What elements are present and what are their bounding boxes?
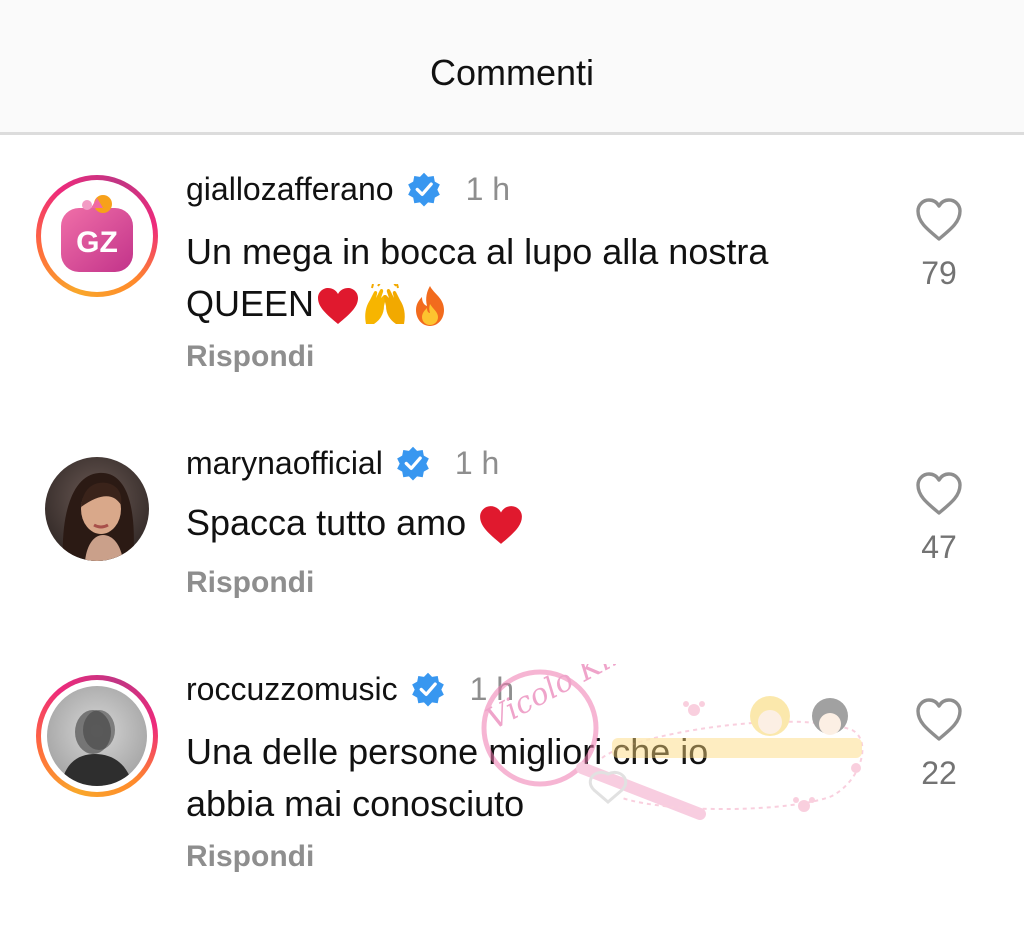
comment-text-segment: QUEEN [186,283,315,324]
timestamp: 1 h [465,170,511,207]
heart-like-icon[interactable] [914,197,964,243]
raising-hands-emoji [365,284,405,325]
svg-text:GZ: GZ [76,226,118,259]
timestamp: 1 h [454,444,500,481]
avatar[interactable] [36,675,158,797]
verified-badge-icon [411,672,444,707]
page-title: Commenti [429,52,595,93]
red-heart-emoji [480,506,523,545]
avatar[interactable] [45,457,149,561]
reply-button[interactable]: Rispondi [186,566,314,600]
verified-badge-icon [407,172,440,207]
like-count: 79 [921,255,957,291]
comment-text: Spacca tutto amo [186,497,886,549]
comment-text-line: Spacca tutto amo [186,497,886,549]
reply-button[interactable]: Rispondi [186,840,314,874]
like-count: 22 [921,755,957,791]
comments-header: Commenti [0,0,1024,135]
comment-text-line: QUEEN [186,278,886,330]
comment-text-line: Un mega in bocca al lupo alla nostra [186,231,769,272]
verified-badge-icon [396,446,429,481]
heart-like-icon[interactable] [914,697,964,743]
comment-header-row: roccuzzomusic 1 h [186,669,514,709]
comment-text-line: abbia mai conosciuto [186,783,525,824]
fire-emoji [416,286,445,327]
like-count: 47 [921,529,957,565]
comment-header-row: giallozafferano 1 h [186,169,510,209]
comment-text-line: Una delle persone migliori che io [186,731,709,772]
heart-like-icon[interactable] [914,471,964,517]
comment-header-row: marynaofficial 1 h [186,443,499,483]
username[interactable]: marynaofficial [186,445,383,482]
comment-text: Una delle persone migliori che io abbia … [186,726,886,830]
red-heart-emoji [318,288,359,325]
avatar[interactable]: GZ [36,175,158,297]
reply-button[interactable]: Rispondi [186,340,314,374]
comment-text: Un mega in bocca al lupo alla nostra QUE… [186,226,886,330]
comment-text-segment: Spacca tutto amo [186,502,467,543]
timestamp: 1 h [469,670,515,707]
username[interactable]: roccuzzomusic [186,671,398,708]
username[interactable]: giallozafferano [186,171,394,208]
